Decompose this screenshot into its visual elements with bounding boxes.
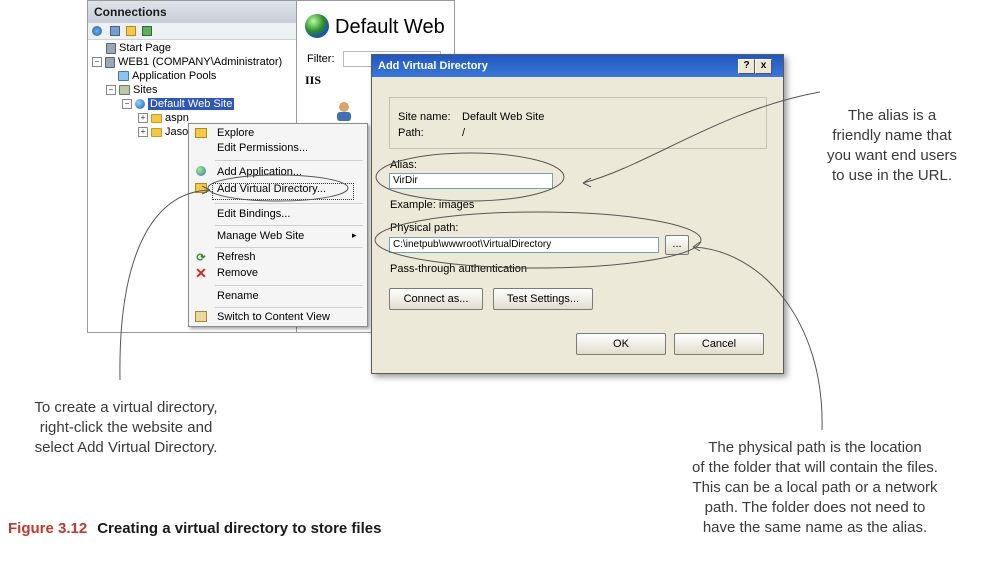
physical-callout-line — [692, 246, 823, 431]
physical-path-ellipse — [374, 211, 702, 269]
physical-path-annotation: The physical path is the location of the… — [692, 439, 938, 536]
create-annotation: To create a virtual directory, right-cli… — [34, 399, 218, 456]
create-callout-line — [119, 189, 211, 381]
figure-title: Creating a virtual directory to store fi… — [97, 520, 382, 537]
alias-callout-line — [582, 91, 821, 184]
figure-caption: Figure 3.12 Creating a virtual directory … — [8, 520, 381, 537]
arrowhead — [582, 177, 592, 188]
figure-label: Figure 3.12 — [8, 520, 88, 537]
alias-annotation: The alias is a friendly name that you wa… — [826, 107, 958, 184]
add-vdir-ellipse — [207, 174, 349, 202]
alias-ellipse — [375, 152, 565, 202]
